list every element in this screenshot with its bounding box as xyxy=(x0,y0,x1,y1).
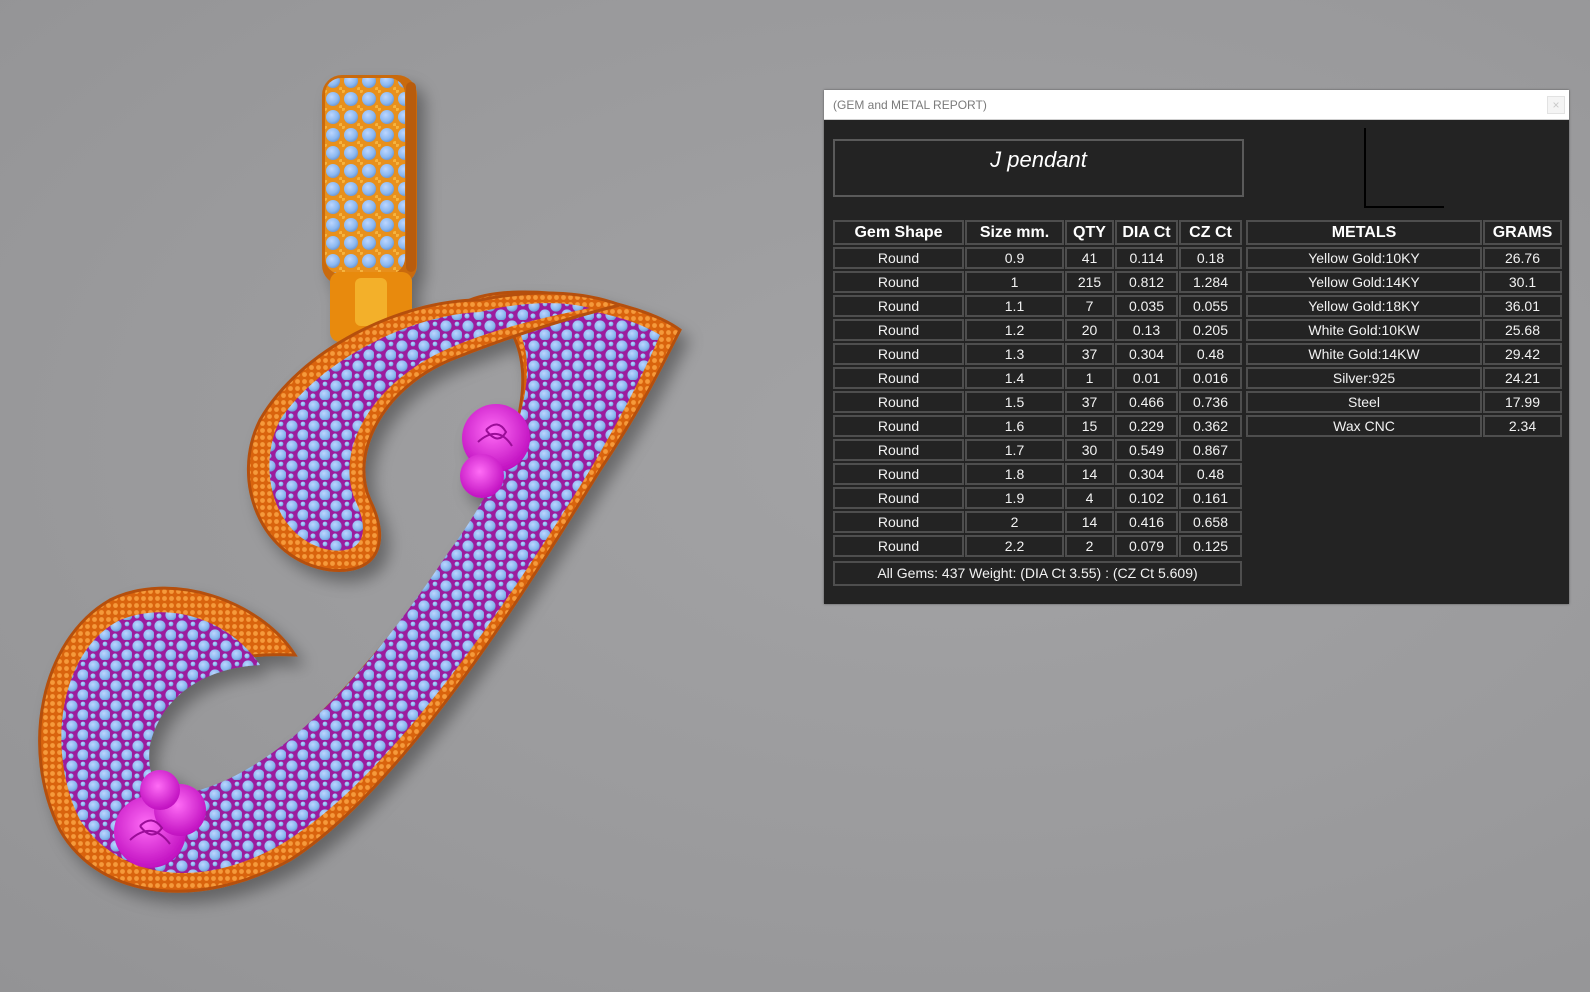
gem-table-cell: 37 xyxy=(1065,391,1114,413)
gem-table-cell: 0.362 xyxy=(1179,415,1242,437)
gem-summary: All Gems: 437 Weight: (DIA Ct 3.55) : (C… xyxy=(833,561,1242,586)
gem-table-cell: 0.205 xyxy=(1179,319,1242,341)
gem-table-cell: 14 xyxy=(1065,463,1114,485)
gem-table-header: Gem Shape xyxy=(833,220,964,245)
gem-table-cell: Round xyxy=(833,439,964,461)
metal-table-cell: 17.99 xyxy=(1483,391,1562,413)
gem-table-cell: 7 xyxy=(1065,295,1114,317)
gem-table-cell: 0.079 xyxy=(1115,535,1178,557)
gem-table-cell: Round xyxy=(833,463,964,485)
gem-table-cell: 0.016 xyxy=(1179,367,1242,389)
gem-table-cell: 41 xyxy=(1065,247,1114,269)
gem-table-cell: 0.867 xyxy=(1179,439,1242,461)
metal-table-cell: 36.01 xyxy=(1483,295,1562,317)
gem-table-cell: 30 xyxy=(1065,439,1114,461)
gem-table-cell: 1.8 xyxy=(965,463,1064,485)
gem-table-cell: 0.161 xyxy=(1179,487,1242,509)
gem-table-cell: 1.4 xyxy=(965,367,1064,389)
gem-table-cell: Round xyxy=(833,295,964,317)
gem-table-cell: 1.1 xyxy=(965,295,1064,317)
gem-table-cell: 20 xyxy=(1065,319,1114,341)
gem-table-cell: 0.055 xyxy=(1179,295,1242,317)
gem-table-cell: 1 xyxy=(1065,367,1114,389)
gem-table-cell: 1.6 xyxy=(965,415,1064,437)
gem-table-cell: 0.035 xyxy=(1115,295,1178,317)
gem-table-cell: 1.7 xyxy=(965,439,1064,461)
metal-table-header: METALS xyxy=(1246,220,1482,245)
metal-table-cell: Steel xyxy=(1246,391,1482,413)
metal-table-cell: 26.76 xyxy=(1483,247,1562,269)
metal-table-cell: White Gold:14KW xyxy=(1246,343,1482,365)
gem-table-header: QTY xyxy=(1065,220,1114,245)
gem-table-cell: Round xyxy=(833,535,964,557)
gem-table-cell: 2.2 xyxy=(965,535,1064,557)
gem-table-cell: 0.812 xyxy=(1115,271,1178,293)
gem-table-cell: 0.102 xyxy=(1115,487,1178,509)
metal-table-cell: Yellow Gold:14KY xyxy=(1246,271,1482,293)
item-name: J pendant xyxy=(833,139,1244,197)
gem-table-cell: 0.736 xyxy=(1179,391,1242,413)
metal-table-cell: White Gold:10KW xyxy=(1246,319,1482,341)
report-titlebar[interactable]: (GEM and METAL REPORT) × xyxy=(824,90,1569,120)
gem-table-cell: 14 xyxy=(1065,511,1114,533)
gem-table-cell: 0.48 xyxy=(1179,463,1242,485)
gem-table-cell: 4 xyxy=(1065,487,1114,509)
gem-table-cell: 0.658 xyxy=(1179,511,1242,533)
gem-table-cell: 0.466 xyxy=(1115,391,1178,413)
gem-table-cell: 1.284 xyxy=(1179,271,1242,293)
metal-table-cell: 25.68 xyxy=(1483,319,1562,341)
gem-table-cell: 0.304 xyxy=(1115,343,1178,365)
gem-table-header: Size mm. xyxy=(965,220,1064,245)
metal-table-cell: 29.42 xyxy=(1483,343,1562,365)
gem-table-cell: Round xyxy=(833,367,964,389)
gem-table-cell: 2 xyxy=(1065,535,1114,557)
gem-table-cell: 215 xyxy=(1065,271,1114,293)
bail xyxy=(322,75,417,342)
gem-table-cell: Round xyxy=(833,415,964,437)
metal-table-cell: Wax CNC xyxy=(1246,415,1482,437)
gem-table-cell: Round xyxy=(833,247,964,269)
gem-table-header: CZ Ct xyxy=(1179,220,1242,245)
gem-table-cell: 0.549 xyxy=(1115,439,1178,461)
gem-table-cell: 1.3 xyxy=(965,343,1064,365)
gem-table-header: DIA Ct xyxy=(1115,220,1178,245)
gem-table-cell: 0.18 xyxy=(1179,247,1242,269)
gem-table-cell: Round xyxy=(833,343,964,365)
close-icon[interactable]: × xyxy=(1547,95,1565,114)
gem-table-cell: 2 xyxy=(965,511,1064,533)
metal-table-cell: 2.34 xyxy=(1483,415,1562,437)
metal-table-cell: Yellow Gold:18KY xyxy=(1246,295,1482,317)
gem-table-cell: 0.9 xyxy=(965,247,1064,269)
gem-table-cell: 0.01 xyxy=(1115,367,1178,389)
gem-table-cell: 0.13 xyxy=(1115,319,1178,341)
gem-table-cell: 1.5 xyxy=(965,391,1064,413)
gem-table-cell: 1 xyxy=(965,271,1064,293)
gem-table-cell: Round xyxy=(833,391,964,413)
gem-table-cell: Round xyxy=(833,511,964,533)
gem-table-cell: 0.229 xyxy=(1115,415,1178,437)
metal-table-header: GRAMS xyxy=(1483,220,1562,245)
gem-table-cell: 1.9 xyxy=(965,487,1064,509)
gem-metal-report-window: (GEM and METAL REPORT) × J pendant Gem S… xyxy=(824,90,1569,604)
gem-table-cell: 0.416 xyxy=(1115,511,1178,533)
gem-table-cell: Round xyxy=(833,319,964,341)
report-title: (GEM and METAL REPORT) xyxy=(833,97,987,112)
gem-table-cell: 1.2 xyxy=(965,319,1064,341)
metal-table-cell: Silver:925 xyxy=(1246,367,1482,389)
gem-table-cell: 0.114 xyxy=(1115,247,1178,269)
gem-table-cell: 0.304 xyxy=(1115,463,1178,485)
gem-table-cell: 0.48 xyxy=(1179,343,1242,365)
thumbnail-frame xyxy=(1364,128,1444,208)
gem-table-cell: Round xyxy=(833,271,964,293)
gem-table-cell: 15 xyxy=(1065,415,1114,437)
metal-table-cell: Yellow Gold:10KY xyxy=(1246,247,1482,269)
gem-table-cell: Round xyxy=(833,487,964,509)
gem-table-cell: 37 xyxy=(1065,343,1114,365)
metal-table-cell: 30.1 xyxy=(1483,271,1562,293)
metal-table-cell: 24.21 xyxy=(1483,367,1562,389)
gem-table-cell: 0.125 xyxy=(1179,535,1242,557)
